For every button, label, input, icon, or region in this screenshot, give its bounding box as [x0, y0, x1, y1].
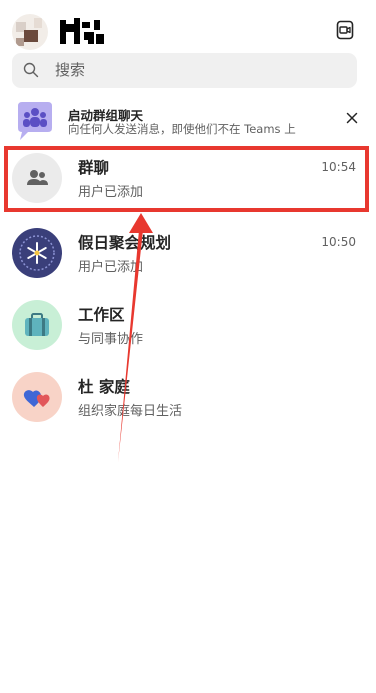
close-icon[interactable]	[346, 112, 358, 124]
start-group-chat-banner[interactable]: 启动群组聊天 向任何人发送消息，即使他们不在 Teams 上	[0, 96, 376, 144]
annotation-highlight-box	[4, 146, 369, 212]
search-input[interactable]: 搜索	[12, 53, 357, 88]
workspace-avatar	[12, 300, 62, 350]
chat-preview: 与同事协作	[78, 332, 144, 347]
video-call-icon[interactable]	[336, 20, 354, 40]
holiday-avatar	[12, 228, 62, 278]
search-placeholder: 搜索	[55, 61, 86, 79]
chat-list-item[interactable]: 工作区 与同事协作	[0, 293, 376, 361]
chat-time: 10:50	[321, 235, 356, 249]
avatar[interactable]	[12, 14, 48, 50]
chat-title: 杜 家庭	[78, 378, 130, 396]
people-group-icon	[18, 102, 52, 140]
chat-list-item[interactable]: 假日聚会规划 用户已添加 10:50	[0, 221, 376, 289]
chat-preview: 组织家庭每日生活	[78, 404, 183, 419]
chat-preview: 用户已添加	[78, 260, 144, 275]
family-avatar	[12, 372, 62, 422]
chat-title: 工作区	[78, 306, 125, 324]
chat-title: 假日聚会规划	[78, 234, 172, 252]
search-icon	[23, 62, 39, 78]
snowflake-icon	[19, 235, 55, 271]
chat-list-item[interactable]: 杜 家庭 组织家庭每日生活	[0, 365, 376, 433]
banner-subtitle: 向任何人发送消息，即使他们不在 Teams 上	[68, 122, 296, 136]
hearts-icon	[23, 390, 50, 407]
app-header	[0, 0, 376, 52]
briefcase-icon	[25, 313, 49, 336]
user-name-redacted	[60, 18, 106, 46]
